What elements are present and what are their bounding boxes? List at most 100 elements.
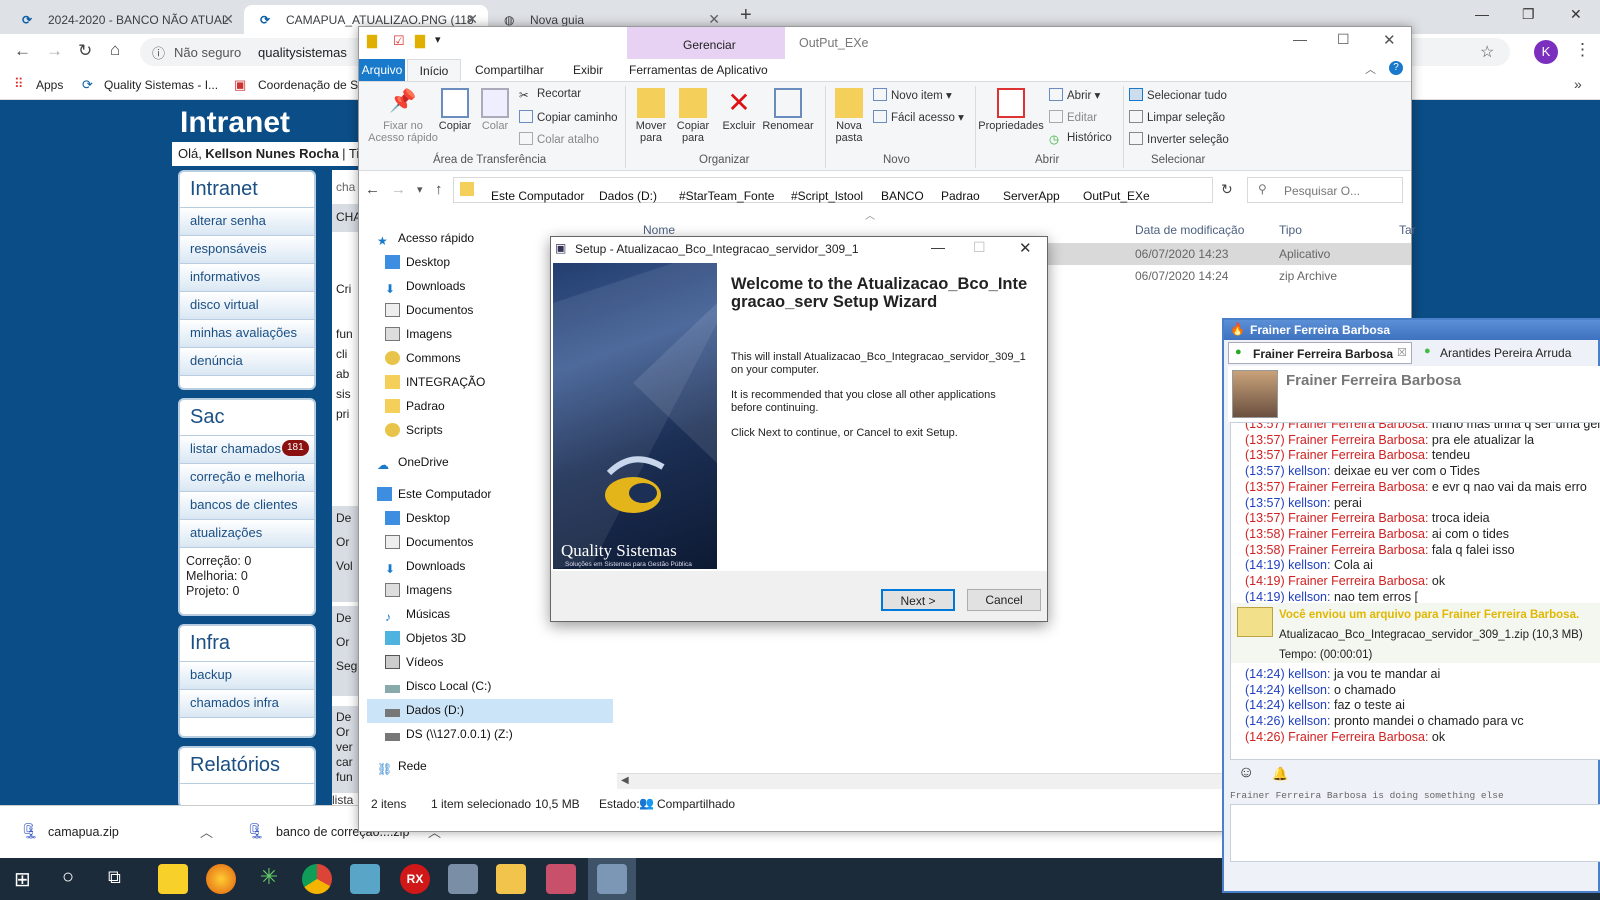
menu-item-chamados-infra[interactable]: chamados infra [180, 690, 314, 718]
nav-item-desktop[interactable]: Desktop [385, 507, 450, 529]
tab-compartilhar[interactable]: Compartilhar [475, 59, 544, 81]
browser-tab[interactable]: ⟳ 2024-2020 - BANCO NÃO ATUAL ✕ [6, 5, 244, 34]
emoticon-icon[interactable]: ☺ [1238, 764, 1254, 782]
breadcrumb-item[interactable]: #Script_lstool [791, 189, 863, 203]
next-button[interactable]: Next > [881, 589, 955, 611]
context-tab-label[interactable]: Gerenciar [683, 38, 736, 52]
nav-item-musicas[interactable]: ♪ Músicas [385, 603, 450, 625]
menu-item-denuncia[interactable]: denúncia [180, 348, 314, 376]
copy-path-button[interactable]: Copiar caminho [519, 110, 618, 124]
new-folder-button[interactable]: Nova pasta [829, 88, 869, 144]
scroll-left-icon[interactable]: ◀ [621, 775, 629, 786]
chat-tab-active[interactable]: ● Frainer Ferreira Barbosa ☒ [1228, 342, 1412, 364]
properties-button[interactable]: Propriedades [977, 88, 1045, 132]
clear-selection-button[interactable]: Limpar seleção [1129, 110, 1225, 124]
chevron-up-icon[interactable]: ︿ [200, 822, 213, 841]
app-icon[interactable] [350, 864, 380, 894]
nav-item-desktop[interactable]: Desktop [385, 251, 450, 273]
nav-item-commons[interactable]: Commons [385, 347, 461, 369]
menu-item-disco-virtual[interactable]: disco virtual [180, 292, 314, 320]
maximize-icon[interactable]: ☐ [1337, 31, 1350, 48]
menu-item-informativos[interactable]: informativos [180, 264, 314, 292]
star-icon[interactable]: ☆ [1480, 42, 1494, 62]
minimize-icon[interactable]: — [931, 239, 945, 255]
sticky-notes-icon[interactable] [158, 864, 188, 894]
spark-chat-icon[interactable] [206, 864, 236, 894]
search-icon[interactable]: ○ [62, 866, 74, 889]
file-explorer-icon[interactable] [496, 864, 526, 894]
more-bookmarks-icon[interactable]: » [1574, 76, 1582, 92]
breadcrumb-item[interactable]: ServerApp [1003, 189, 1060, 203]
close-icon[interactable]: ✕ [1019, 239, 1032, 257]
nav-item-este-computador[interactable]: Este Computador [377, 483, 491, 505]
close-icon[interactable]: ✕ [1383, 31, 1396, 49]
breadcrumb-item[interactable]: OutPut_EXe [1083, 189, 1150, 203]
app-icon[interactable] [546, 864, 576, 894]
column-header-nome[interactable]: Nome [643, 223, 675, 237]
properties-icon[interactable]: ☑ [393, 33, 405, 49]
up-arrow-icon[interactable]: ↑ [435, 181, 443, 198]
history-button[interactable]: ◷ Histórico [1049, 132, 1112, 146]
nav-item-videos[interactable]: Vídeos [385, 651, 443, 673]
easy-access-button[interactable]: Fácil acesso ▾ [873, 110, 964, 124]
menu-item-bancos-clientes[interactable]: bancos de clientes [180, 492, 314, 520]
restore-icon[interactable]: ❐ [1522, 6, 1535, 23]
back-icon[interactable]: ← [14, 41, 31, 61]
home-icon[interactable]: ⌂ [110, 40, 120, 60]
copy-to-button[interactable]: Copiar para [673, 88, 713, 144]
breadcrumb-item[interactable]: Padrao [941, 189, 980, 203]
menu-item-minhas-avaliacoes[interactable]: minhas avaliações [180, 320, 314, 348]
nav-item-documentos[interactable]: Documentos [385, 299, 473, 321]
new-tab-button[interactable]: + [740, 4, 752, 27]
cancel-button[interactable]: Cancel [967, 589, 1041, 611]
edit-button[interactable]: Editar [1049, 110, 1097, 124]
close-icon[interactable]: ✕ [222, 11, 234, 28]
back-icon[interactable]: ← [365, 181, 380, 198]
open-button[interactable]: Abrir ▾ [1049, 88, 1100, 102]
tab-ferramentas[interactable]: Ferramentas de Aplicativo [629, 59, 768, 81]
close-icon[interactable]: ✕ [1570, 6, 1582, 23]
new-folder-icon[interactable]: ▇ [415, 33, 425, 49]
menu-item-alterar-senha[interactable]: alterar senha [180, 208, 314, 236]
refresh-icon[interactable]: ↻ [1221, 181, 1233, 198]
chevron-up-icon[interactable]: ︿ [1365, 61, 1376, 77]
nav-item-downloads[interactable]: ⬇ Downloads [385, 555, 465, 577]
nav-item-documentos[interactable]: Documentos [385, 531, 473, 553]
breadcrumb-item[interactable]: BANCO [881, 189, 924, 203]
nav-item-scripts[interactable]: Scripts [385, 419, 443, 441]
breadcrumb-item[interactable]: #StarTeam_Fonte [679, 189, 774, 203]
info-icon[interactable]: ⓘ [152, 43, 165, 62]
chevron-down-icon[interactable]: ▾ [417, 183, 423, 196]
nav-item-imagens[interactable]: Imagens [385, 579, 452, 601]
chat-message-input[interactable] [1230, 804, 1600, 862]
column-header-tamanho[interactable]: Tar [1399, 223, 1416, 237]
pin-quick-access-button[interactable]: 📌 Fixar no Acesso rápido [367, 88, 439, 144]
nav-item-quick-access[interactable]: ★ Acesso rápido [377, 227, 474, 249]
bookmark-apps[interactable]: Apps [36, 78, 63, 92]
copy-button[interactable]: Copiar [433, 88, 477, 132]
invert-selection-button[interactable]: Inverter seleção [1129, 132, 1229, 146]
nav-item-imagens[interactable]: Imagens [385, 323, 452, 345]
slack-icon[interactable]: ✳ [254, 864, 284, 894]
nav-item-downloads[interactable]: ⬇ Downloads [385, 275, 465, 297]
avatar[interactable]: K [1534, 40, 1558, 64]
select-all-button[interactable]: Selecionar tudo [1129, 88, 1227, 102]
reload-icon[interactable]: ↻ [78, 41, 92, 61]
menu-item-atualizacoes[interactable]: atualizações [180, 520, 314, 548]
chat-tab[interactable]: ● Arantides Pereira Arruda [1414, 342, 1600, 364]
nudge-bell-icon[interactable]: 🔔 [1272, 766, 1288, 782]
column-header-data[interactable]: Data de modificação [1135, 223, 1244, 237]
search-input[interactable]: ⚲ Pesquisar O... [1247, 177, 1403, 203]
minimize-icon[interactable]: — [1293, 31, 1307, 47]
download-name[interactable]: camapua.zip [48, 825, 119, 839]
nav-item-padrao[interactable]: Padrao [385, 395, 445, 417]
nav-item-network-drive[interactable]: DS (\\127.0.0.1) (Z:) [385, 723, 513, 745]
delete-button[interactable]: ✕ Excluir [721, 88, 757, 133]
bookmark-coordenacao[interactable]: Coordenação de S [258, 78, 358, 92]
nav-item-rede[interactable]: ⛓ Rede [377, 755, 427, 777]
rename-button[interactable]: Renomear [761, 88, 815, 132]
tab-inicio[interactable]: Início [407, 59, 461, 81]
chrome-icon[interactable] [302, 864, 332, 894]
bookmark-quality[interactable]: Quality Sistemas - I... [104, 78, 218, 92]
tab-arquivo[interactable]: Arquivo [359, 59, 405, 81]
